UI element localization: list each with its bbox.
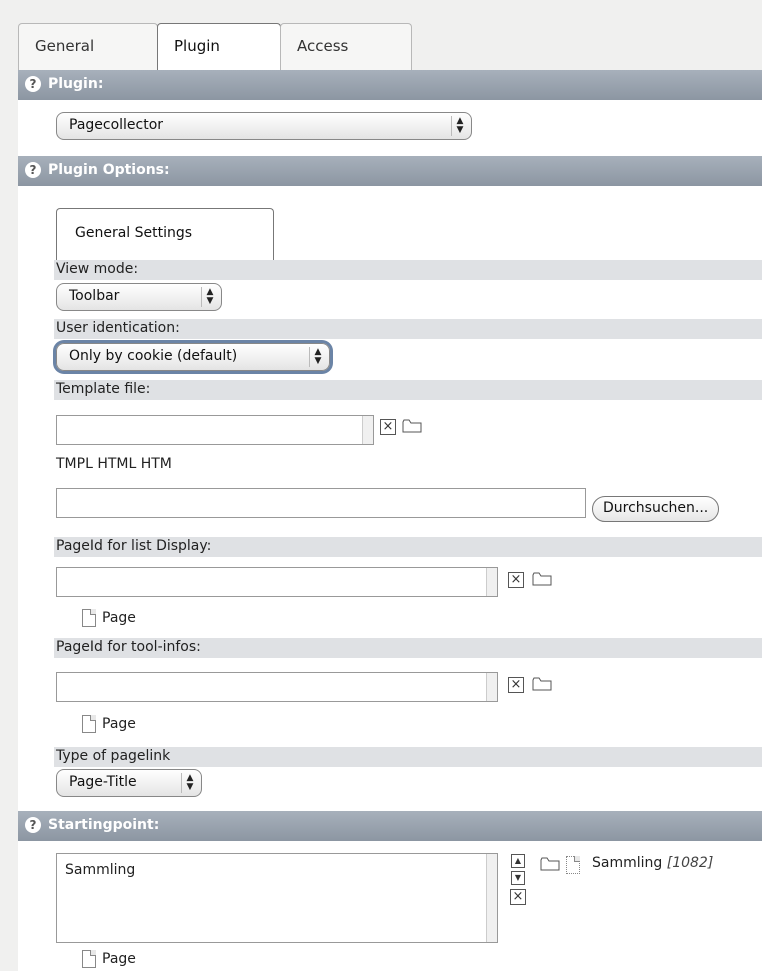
template-file-types: TMPL HTML HTM	[56, 456, 172, 472]
section-title: Plugin:	[48, 76, 104, 92]
file-upload-input[interactable]	[56, 488, 586, 518]
page-icon	[566, 856, 580, 874]
page-link[interactable]: Page	[102, 610, 136, 626]
move-up-icon[interactable]: ▲	[511, 854, 525, 868]
select-value: Pagecollector	[69, 117, 164, 133]
tab-access[interactable]: Access	[280, 23, 412, 70]
user-identification-select[interactable]: Only by cookie (default) ▲ ▼	[56, 343, 330, 371]
tab-general[interactable]: General	[18, 23, 158, 70]
remove-icon[interactable]: ×	[510, 889, 526, 905]
resize-grip[interactable]	[486, 854, 497, 942]
page-link[interactable]: Page	[102, 716, 136, 732]
record-id: [1082]	[666, 855, 714, 871]
page-icon	[82, 950, 96, 968]
template-file-label: Template file:	[54, 380, 762, 400]
section-startingpoint: ? Startingpoint:	[18, 811, 762, 841]
clear-icon[interactable]: ×	[508, 677, 524, 693]
list-item[interactable]: Sammling	[65, 862, 135, 878]
stepper-icon: ▲ ▼	[181, 773, 198, 793]
plugin-panel: ? Plugin: Pagecollector ▲ ▼ ? Plugin Opti…	[18, 70, 762, 971]
help-icon[interactable]: ?	[25, 162, 41, 178]
help-icon[interactable]: ?	[25, 817, 41, 833]
tab-general-settings[interactable]: General Settings	[56, 208, 274, 260]
section-title: Plugin Options:	[48, 162, 170, 178]
pageid-list-input[interactable]	[56, 567, 498, 597]
pageid-tool-label: PageId for tool-infos:	[54, 638, 762, 658]
select-value: Toolbar	[69, 288, 120, 304]
page-link[interactable]: Page	[102, 951, 136, 967]
page-icon	[82, 609, 96, 627]
folder-icon[interactable]	[532, 572, 552, 586]
resize-grip[interactable]	[486, 568, 497, 596]
help-icon[interactable]: ?	[25, 76, 41, 92]
stepper-icon: ▲ ▼	[201, 287, 218, 307]
section-plugin-options: ? Plugin Options:	[18, 156, 762, 186]
view-mode-label: View mode:	[54, 260, 762, 280]
section-plugin: ? Plugin:	[18, 70, 762, 100]
folder-icon[interactable]	[532, 677, 552, 691]
folder-icon[interactable]	[402, 419, 422, 433]
resize-grip[interactable]	[362, 416, 373, 444]
stepper-icon: ▲ ▼	[451, 116, 468, 136]
user-identification-label: User identication:	[54, 319, 762, 339]
folder-icon[interactable]	[540, 857, 560, 871]
section-title: Startingpoint:	[48, 817, 160, 833]
tab-plugin[interactable]: Plugin	[157, 23, 281, 70]
record-name: Sammling	[592, 855, 663, 871]
pagelink-type-select[interactable]: Page-Title ▲ ▼	[56, 769, 202, 797]
view-mode-select[interactable]: Toolbar ▲ ▼	[56, 283, 222, 311]
select-value: Only by cookie (default)	[69, 348, 238, 364]
plugin-select[interactable]: Pagecollector ▲ ▼	[56, 112, 472, 140]
selected-record[interactable]: Sammling [1082]	[592, 855, 713, 871]
pageid-tool-input[interactable]	[56, 672, 498, 702]
startingpoint-list[interactable]: Sammling	[56, 853, 498, 943]
clear-icon[interactable]: ×	[508, 572, 524, 588]
stepper-icon: ▲ ▼	[309, 347, 326, 367]
browse-button[interactable]: Durchsuchen...	[592, 496, 720, 522]
pagelink-type-label: Type of pagelink	[54, 747, 762, 767]
select-value: Page-Title	[69, 774, 137, 790]
clear-icon[interactable]: ×	[380, 419, 396, 435]
pageid-list-label: PageId for list Display:	[54, 537, 762, 557]
template-file-input[interactable]	[56, 415, 374, 445]
resize-grip[interactable]	[486, 673, 497, 701]
page-icon	[82, 715, 96, 733]
move-down-icon[interactable]: ▼	[511, 871, 525, 885]
